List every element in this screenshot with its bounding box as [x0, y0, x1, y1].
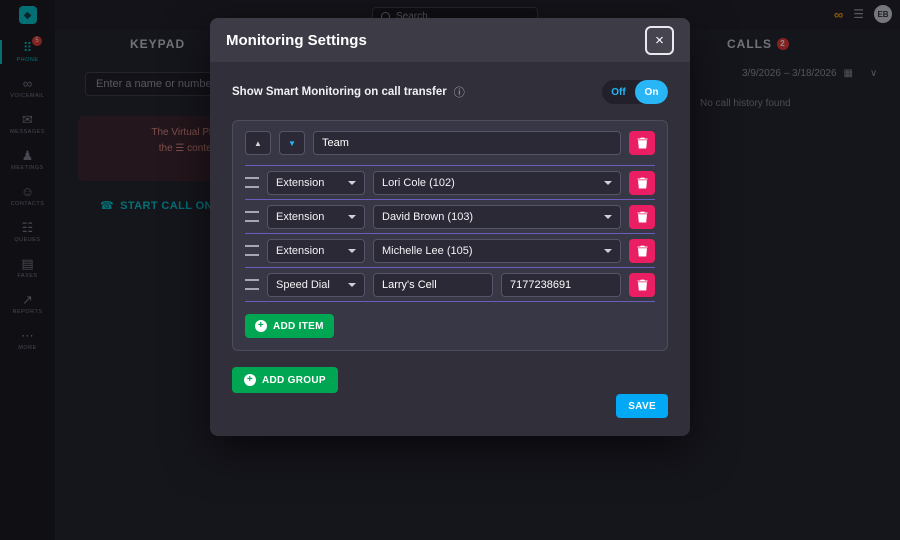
info-icon[interactable]: ⓘ: [454, 84, 465, 100]
trash-icon: [637, 137, 647, 149]
add-group-button[interactable]: + ADD GROUP: [232, 367, 338, 393]
speed-dial-number-input[interactable]: [501, 272, 621, 297]
drag-handle-icon[interactable]: [245, 177, 259, 188]
smart-monitoring-row: Show Smart Monitoring on call transfer ⓘ…: [232, 80, 668, 104]
item-value-select[interactable]: Lori Cole (102): [373, 170, 621, 195]
item-type-select[interactable]: Extension: [267, 204, 365, 229]
item-type-value: Extension: [276, 176, 325, 189]
chevron-down-icon: [604, 180, 612, 185]
chevron-down-icon: [604, 248, 612, 253]
smart-monitoring-label: Show Smart Monitoring on call transfer ⓘ: [232, 84, 465, 100]
add-group-row: + ADD GROUP: [232, 367, 668, 393]
item-type-select[interactable]: Speed Dial: [267, 272, 365, 297]
monitor-item-row: Extension Michelle Lee (105): [245, 234, 655, 268]
plus-icon: +: [255, 320, 267, 332]
monitor-item-row: Extension Lori Cole (102): [245, 166, 655, 200]
add-item-button[interactable]: + ADD ITEM: [245, 314, 334, 338]
item-value-select[interactable]: Michelle Lee (105): [373, 238, 621, 263]
trash-icon: [637, 177, 647, 188]
chevron-up-icon: ▲: [254, 138, 262, 148]
item-value-text: Michelle Lee (105): [382, 244, 473, 257]
modal-title: Monitoring Settings: [226, 31, 367, 49]
smart-monitoring-toggle[interactable]: Off On: [602, 80, 668, 104]
save-button[interactable]: SAVE: [616, 394, 668, 418]
monitor-item-row: Speed Dial: [245, 268, 655, 302]
close-button[interactable]: ×: [645, 25, 674, 55]
group-name-input[interactable]: [313, 131, 621, 155]
item-value-text: David Brown (103): [382, 210, 474, 223]
chevron-down-icon: ▼: [288, 138, 296, 148]
add-item-row: + ADD ITEM: [245, 302, 655, 338]
item-type-value: Speed Dial: [276, 278, 330, 291]
chevron-down-icon: [348, 214, 356, 219]
toggle-off-label[interactable]: Off: [602, 80, 635, 104]
add-group-label: ADD GROUP: [262, 374, 326, 386]
plus-icon: +: [244, 374, 256, 386]
drag-handle-icon[interactable]: [245, 211, 259, 222]
chevron-down-icon: [604, 214, 612, 219]
speed-dial-name-input[interactable]: [373, 272, 493, 297]
chevron-down-icon: [348, 248, 356, 253]
add-item-label: ADD ITEM: [273, 320, 324, 332]
modal-body: Show Smart Monitoring on call transfer ⓘ…: [210, 62, 690, 436]
trash-icon: [637, 245, 647, 256]
item-value-select[interactable]: David Brown (103): [373, 204, 621, 229]
delete-item-button[interactable]: [629, 170, 655, 195]
chevron-down-icon: [348, 180, 356, 185]
group-header-row: ▲ ▼: [245, 131, 655, 166]
item-type-select[interactable]: Extension: [267, 170, 365, 195]
monitoring-settings-modal: Monitoring Settings × Show Smart Monitor…: [210, 18, 690, 436]
delete-group-button[interactable]: [629, 131, 655, 155]
trash-icon: [637, 279, 647, 290]
chevron-down-icon: [348, 282, 356, 287]
item-type-value: Extension: [276, 210, 325, 223]
delete-item-button[interactable]: [629, 272, 655, 297]
trash-icon: [637, 211, 647, 222]
drag-handle-icon[interactable]: [245, 279, 259, 290]
modal-footer: SAVE: [232, 394, 668, 418]
item-type-select[interactable]: Extension: [267, 238, 365, 263]
item-value-text: Lori Cole (102): [382, 176, 455, 189]
monitoring-group-card: ▲ ▼ Extension Lori Cole (102): [232, 120, 668, 351]
delete-item-button[interactable]: [629, 238, 655, 263]
close-icon: ×: [655, 31, 664, 49]
modal-header: Monitoring Settings ×: [210, 18, 690, 62]
delete-item-button[interactable]: [629, 204, 655, 229]
move-group-down-button[interactable]: ▼: [279, 131, 305, 155]
toggle-on-label[interactable]: On: [635, 80, 668, 104]
smart-monitoring-label-text: Show Smart Monitoring on call transfer: [232, 86, 447, 98]
monitor-item-row: Extension David Brown (103): [245, 200, 655, 234]
item-type-value: Extension: [276, 244, 325, 257]
move-group-up-button[interactable]: ▲: [245, 131, 271, 155]
drag-handle-icon[interactable]: [245, 245, 259, 256]
